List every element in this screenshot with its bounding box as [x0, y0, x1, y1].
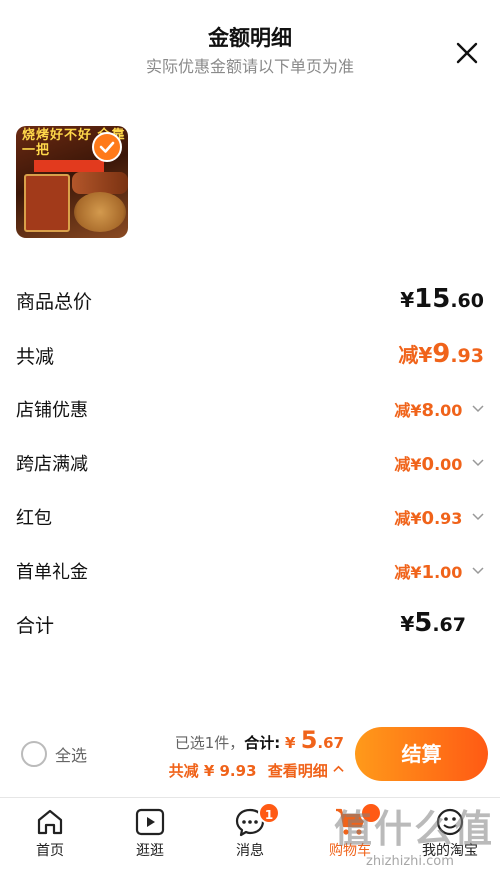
chevron-up-icon: [333, 765, 344, 772]
row-value: 减¥1.00: [394, 559, 484, 583]
check-icon: [99, 141, 115, 153]
tab-label: 购物车: [329, 843, 371, 859]
chevron-down-icon: [472, 405, 484, 413]
home-icon: [37, 809, 63, 835]
total-amount: ¥ 5.67: [285, 726, 344, 754]
close-icon: [456, 42, 478, 64]
view-detail-link[interactable]: 共减 ¥ 9.93 查看明细: [169, 760, 344, 781]
tab-label: 我的淘宝: [422, 843, 478, 859]
row-label: 首单礼金: [16, 562, 88, 583]
row-total-price: 商品总价 ¥15.60: [16, 284, 484, 320]
row-value: 减¥8.00: [394, 397, 484, 421]
cart-badge: [360, 802, 382, 824]
row-label: 店铺优惠: [16, 400, 88, 421]
row-label: 共减: [16, 346, 55, 368]
row-value: ¥15.60: [400, 284, 484, 314]
row-grand-total: 合计 ¥5.67: [16, 608, 484, 644]
selected-count: 已选1件，: [174, 734, 245, 752]
tab-explore[interactable]: 逛逛: [100, 798, 200, 882]
tab-label: 逛逛: [136, 843, 164, 859]
page-title: 金额明细: [208, 26, 292, 50]
row-red-packet[interactable]: 红包 减¥0.93: [16, 502, 484, 532]
row-label: 合计: [16, 615, 55, 637]
row-total-discount: 共减 减¥9.93: [16, 339, 484, 375]
order-summary: 已选1件，合计: ¥ 5.67: [175, 726, 344, 754]
message-badge: 1: [258, 802, 280, 824]
chevron-down-icon: [472, 459, 484, 467]
row-value: ¥5.67: [400, 608, 466, 638]
select-all-label[interactable]: 全选: [55, 742, 87, 766]
row-value: 减¥9.93: [398, 339, 484, 369]
tab-profile[interactable]: 我的淘宝: [400, 798, 500, 882]
page-subtitle: 实际优惠金额请以下单页为准: [145, 57, 354, 76]
play-icon: [135, 808, 165, 836]
chevron-down-icon: [472, 567, 484, 575]
product-image-package: [24, 174, 70, 232]
modal-header: 金额明细 实际优惠金额请以下单页为准: [0, 0, 500, 90]
row-cross-shop-discount[interactable]: 跨店满减 减¥0.00: [16, 448, 484, 478]
row-value: 减¥0.93: [394, 505, 484, 529]
detail-link-label: 查看明细: [267, 762, 328, 780]
product-image-tag: [34, 160, 104, 172]
row-label: 跨店满减: [16, 454, 88, 475]
total-label: 合计:: [244, 734, 281, 752]
row-value: 减¥0.00: [394, 451, 484, 475]
saved-amount: 共减 ¥ 9.93: [168, 762, 257, 780]
close-button[interactable]: [452, 38, 482, 68]
tab-label: 首页: [36, 843, 64, 859]
tab-label: 消息: [236, 843, 264, 859]
profile-icon: [436, 808, 464, 836]
bottom-tab-bar: 首页 逛逛 1 消息 购物车 我的淘宝: [0, 797, 500, 882]
row-shop-discount[interactable]: 店铺优惠 减¥8.00: [16, 394, 484, 424]
row-first-order-gift[interactable]: 首单礼金 减¥1.00: [16, 556, 484, 586]
select-all-radio[interactable]: [21, 741, 47, 767]
tab-cart[interactable]: 购物车: [300, 798, 400, 882]
tab-messages[interactable]: 1 消息: [200, 798, 300, 882]
row-label: 红包: [16, 508, 52, 529]
product-image-powder: [74, 192, 126, 232]
product-image-meat: [72, 172, 128, 194]
tab-home[interactable]: 首页: [0, 798, 100, 882]
selected-check-badge[interactable]: [92, 132, 122, 162]
row-label: 商品总价: [16, 291, 93, 313]
chevron-down-icon: [472, 513, 484, 521]
checkout-button[interactable]: 结算: [355, 727, 488, 781]
